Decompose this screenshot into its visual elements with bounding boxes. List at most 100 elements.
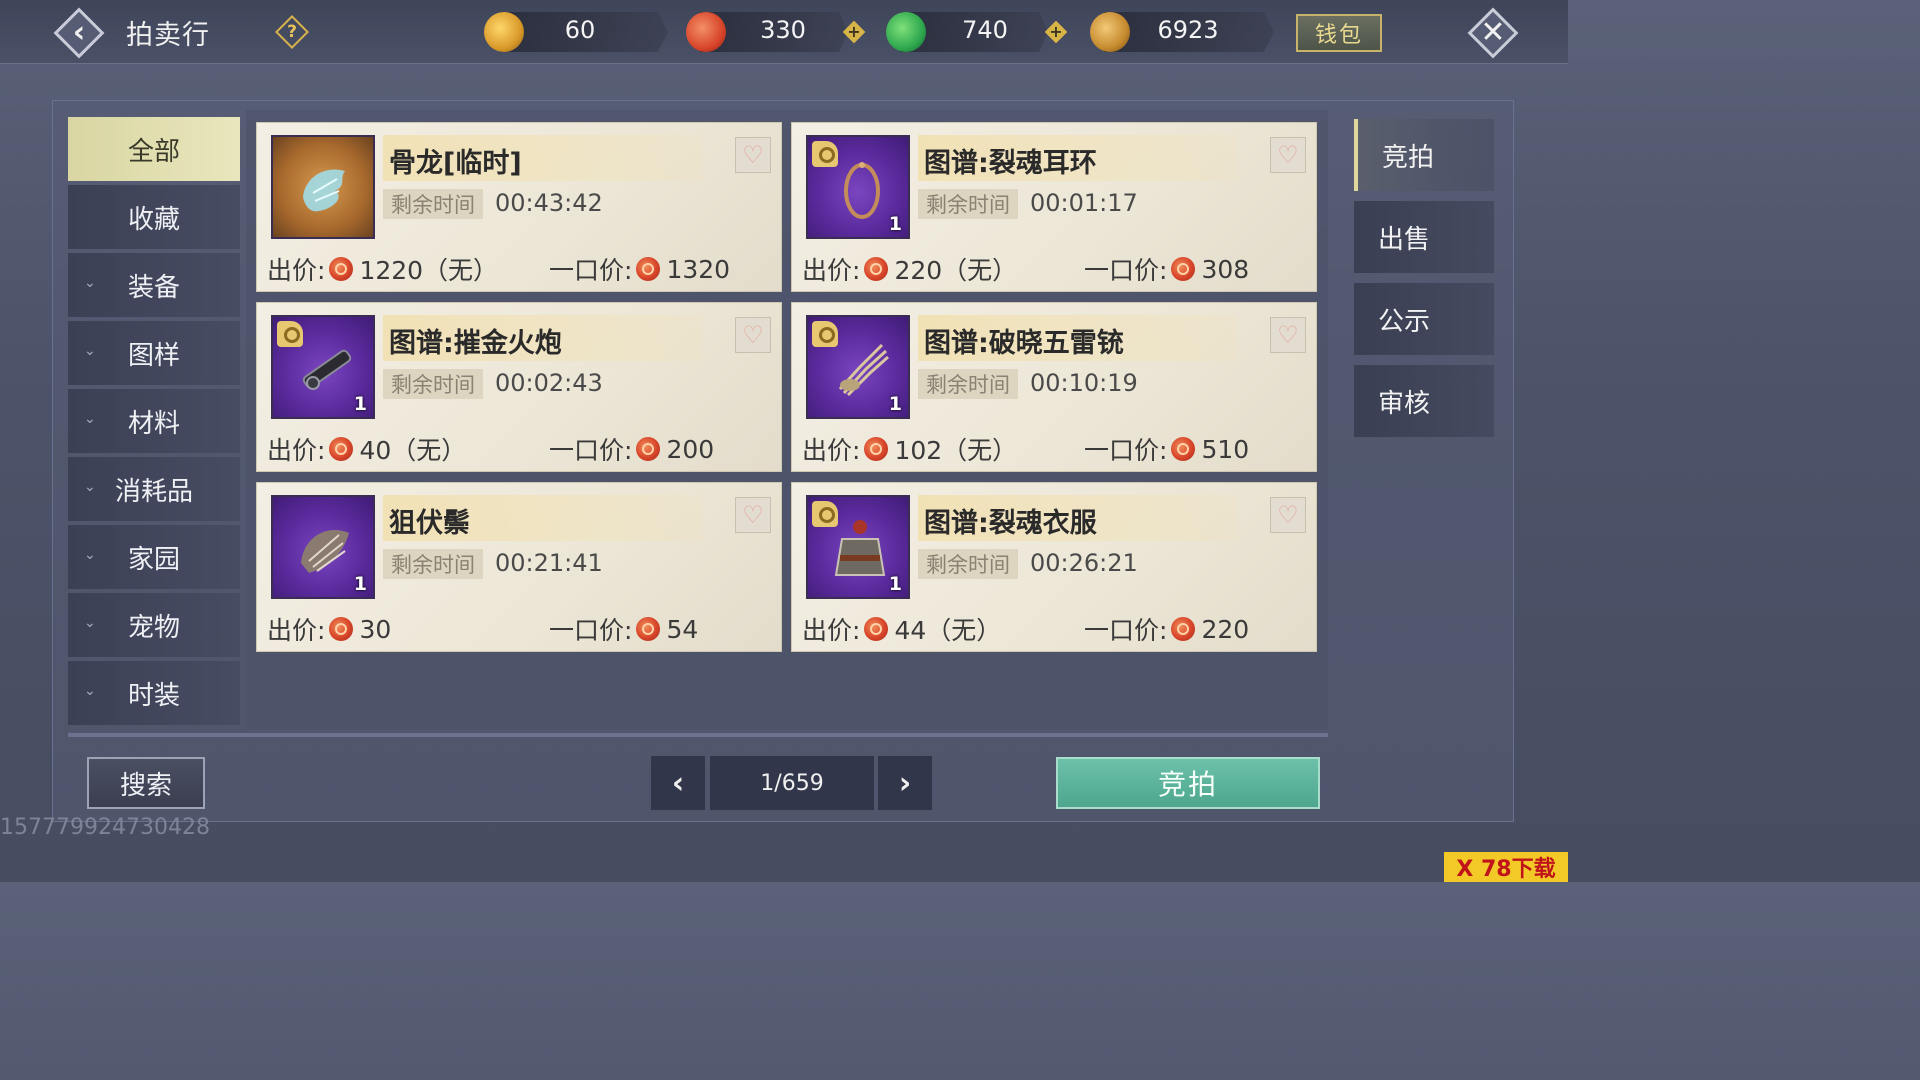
category-equipment[interactable]: ⌄ 装备 [68, 253, 240, 317]
currency-value-2: 330 [760, 16, 806, 44]
buyout-label: 一口价: [549, 616, 633, 645]
category-pets[interactable]: ⌄ 宠物 [68, 593, 240, 657]
category-label: 图样 [127, 340, 180, 371]
favorite-heart-icon[interactable]: ♡ [1270, 317, 1306, 353]
item-quantity: 1 [888, 573, 902, 595]
red-coin-icon [636, 257, 661, 281]
buyout-value: 220 [1201, 614, 1250, 644]
category-label: 家园 [127, 544, 180, 575]
buyout-label: 一口价: [1084, 616, 1168, 645]
tab-label: 竞拍 [1382, 142, 1435, 173]
red-coin-icon [686, 12, 726, 52]
category-favorites[interactable]: 收藏 [68, 185, 240, 249]
red-coin-icon [1171, 437, 1196, 461]
buyout-label: 一口价: [549, 436, 633, 465]
item-quantity: 1 [353, 393, 367, 415]
listing-card[interactable]: 1 图谱:裂魂衣服 ♡ 剩余时间 00:26:21 出价: 44（无） 一口价: 2… [791, 482, 1317, 652]
help-button[interactable]: ? [275, 15, 309, 49]
claw-gun-icon [838, 343, 889, 397]
tab-label: 出售 [1378, 224, 1431, 255]
buyout-label: 一口价: [1084, 256, 1168, 285]
bid-value: 102（无） [894, 436, 1018, 465]
time-left-value: 00:43:42 [495, 189, 603, 217]
buyout-label: 一口价: [1084, 436, 1168, 465]
chevron-down-icon: ⌄ [84, 411, 96, 427]
time-left-value: 00:26:21 [1030, 549, 1138, 577]
add-red-coin-button[interactable]: + [842, 20, 866, 44]
jade-coin-icon [886, 12, 926, 52]
category-label: 装备 [127, 272, 180, 303]
tab-review[interactable]: 审核 [1354, 365, 1494, 437]
bid-label: 出价: [802, 616, 861, 645]
bid-label: 出价: [267, 616, 326, 645]
red-coin-icon [636, 437, 661, 461]
buyout-value: 1320 [666, 254, 731, 284]
top-bar: ‹ 拍卖行 ? 60 330 + 740 + 6923 钱包 ✕ [0, 0, 1568, 64]
favorite-heart-icon[interactable]: ♡ [735, 137, 771, 173]
bid-label: 出价: [802, 436, 861, 465]
tab-label: 公示 [1378, 306, 1431, 337]
red-coin-icon [1171, 257, 1196, 281]
time-left-value: 00:01:17 [1030, 189, 1138, 217]
listing-card[interactable]: 1 图谱:摧金火炮 ♡ 剩余时间 00:02:43 出价: 40（无） 一口价: 2… [256, 302, 782, 472]
buyout-price: 一口价: 54 [549, 611, 698, 647]
favorite-heart-icon[interactable]: ♡ [1270, 137, 1306, 173]
bid-value: 30 [359, 614, 392, 644]
category-all[interactable]: 全部 [68, 117, 240, 181]
bid-label: 出价: [267, 256, 326, 285]
back-button[interactable]: ‹ [52, 6, 106, 60]
currency-value-3: 740 [962, 16, 1008, 44]
buyout-price: 一口价: 220 [1084, 611, 1249, 647]
category-home[interactable]: ⌄ 家园 [68, 525, 240, 589]
red-coin-icon [864, 437, 889, 461]
red-coin-icon [864, 257, 889, 281]
favorite-heart-icon[interactable]: ♡ [735, 497, 771, 533]
bid-price: 出价: 1220（无） [267, 251, 498, 287]
red-coin-icon [329, 617, 354, 641]
listing-card[interactable]: 骨龙[临时] ♡ 剩余时间 00:43:42 出价: 1220（无） 一口价: 13… [256, 122, 782, 292]
category-materials[interactable]: ⌄ 材料 [68, 389, 240, 453]
favorite-heart-icon[interactable]: ♡ [735, 317, 771, 353]
item-thumbnail: 1 [806, 315, 910, 419]
tab-sell[interactable]: 出售 [1354, 201, 1494, 273]
time-left-value: 00:21:41 [495, 549, 603, 577]
search-button[interactable]: 搜索 [87, 757, 205, 809]
site-watermark: X 78下载 [1444, 852, 1568, 882]
close-icon: ✕ [1480, 15, 1506, 50]
wallet-button[interactable]: 钱包 [1296, 14, 1382, 52]
bid-value: 44（无） [894, 616, 1002, 645]
chevron-right-icon: › [898, 765, 912, 801]
buyout-price: 一口价: 1320 [549, 251, 730, 287]
bid-price: 出价: 40（无） [267, 431, 466, 467]
armor-robe-icon [834, 520, 886, 576]
bid-value: 1220（无） [359, 256, 499, 285]
prev-page-button[interactable]: ‹ [651, 756, 705, 810]
bid-action-button[interactable]: 竞拍 [1056, 757, 1320, 809]
bid-price: 出价: 44（无） [802, 611, 1001, 647]
tab-bid[interactable]: 竞拍 [1354, 119, 1494, 191]
add-jade-coin-button[interactable]: + [1044, 20, 1068, 44]
red-coin-icon [864, 617, 889, 641]
currency-value-4: 6923 [1157, 16, 1219, 44]
listing-card[interactable]: 1 图谱:破晓五雷铳 ♡ 剩余时间 00:10:19 出价: 102（无） 一口价… [791, 302, 1317, 472]
tab-public[interactable]: 公示 [1354, 283, 1494, 355]
next-page-button[interactable]: › [878, 756, 932, 810]
page-title: 拍卖行 [126, 20, 210, 51]
close-button[interactable]: ✕ [1466, 6, 1520, 60]
time-left-label: 剩余时间 [918, 369, 1018, 399]
bid-price: 出价: 220（无） [802, 251, 1017, 287]
time-left-label: 剩余时间 [383, 189, 483, 219]
item-quantity: 1 [353, 573, 367, 595]
category-label: 时装 [127, 680, 180, 711]
favorite-heart-icon[interactable]: ♡ [1270, 497, 1306, 533]
listing-card[interactable]: 1 图谱:裂魂耳环 ♡ 剩余时间 00:01:17 出价: 220（无） 一口价:… [791, 122, 1317, 292]
category-fashion[interactable]: ⌄ 时装 [68, 661, 240, 725]
time-left-value: 00:02:43 [495, 369, 603, 397]
listing-card[interactable]: 1 狙伏鬃 ♡ 剩余时间 00:21:41 出价: 30 一口价: 54 [256, 482, 782, 652]
time-left-label: 剩余时间 [383, 369, 483, 399]
item-name: 狙伏鬃 [389, 508, 470, 539]
bid-price: 出价: 30 [267, 611, 391, 647]
category-patterns[interactable]: ⌄ 图样 [68, 321, 240, 385]
bid-price: 出价: 102（无） [802, 431, 1017, 467]
category-consumables[interactable]: ⌄ 消耗品 [68, 457, 240, 521]
